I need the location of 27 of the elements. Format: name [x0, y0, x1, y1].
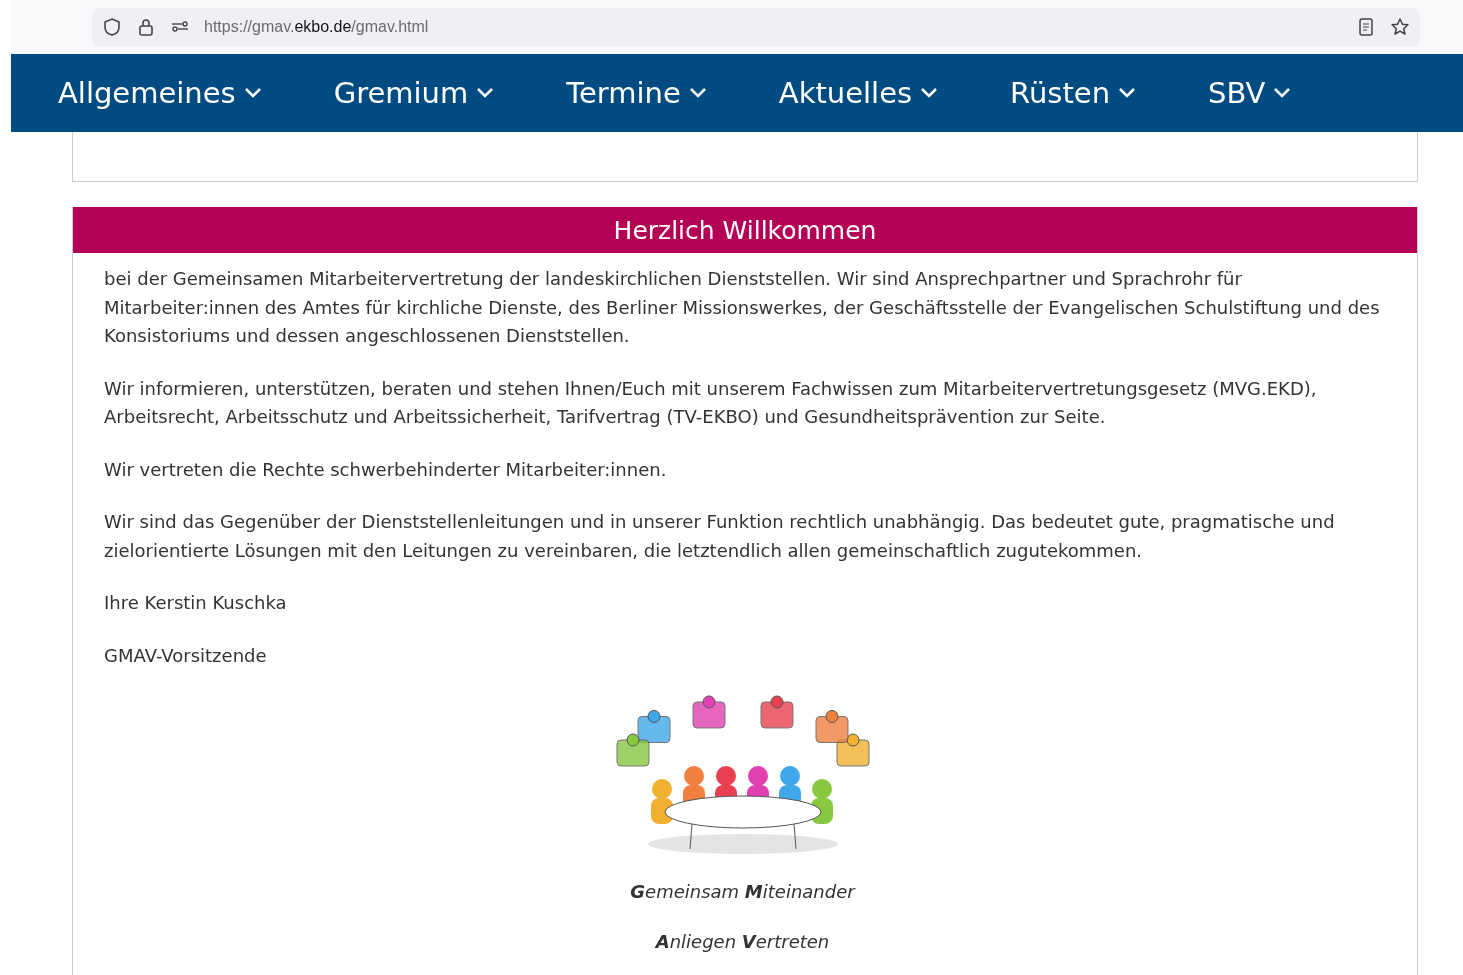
paragraph-text: GMAV-Vorsitzende	[104, 643, 268, 668]
paragraph-text: Wir sind das Gegenüber der Dienststellenleitungen und in unserer Funktion rechtlich unabhängig. Das bedeutet gute, pragmatische und zielorientierte Lösungen mit den Leitungen zu vereinbaren, die letztendlich allen gemeinschaftlich zugutekommen.	[104, 510, 1336, 563]
shield-icon[interactable]	[102, 17, 122, 37]
chevron-down-icon[interactable]	[920, 87, 939, 99]
welcome-heading: Herzlich Willkommen	[73, 207, 1417, 253]
chevron-down-icon[interactable]	[688, 87, 707, 99]
nav-menu-item[interactable]: Rüsten	[1010, 76, 1137, 110]
paragraph-text: bei der Gemeinsamen Mitarbeitervertretung der landeskirchlichen Dienststellen. Wir sind Ansprechpartner und Sprachrohr für Mitarbeiter:innen des Amtes für kirchliche Dienste, des Berliner Missionswerkes, der Geschäftsstelle der Evangelischen Schulstiftung und des Konsistoriums und dessen angeschlossenen Dienststellen.	[104, 267, 1381, 348]
chevron-down-icon[interactable]	[243, 87, 262, 99]
caption-text: Gemeinsam Miteinander	[629, 880, 857, 904]
address-bar[interactable]: https://gmav.ekbo.de/gmav.html	[92, 8, 1420, 46]
caption-text: Anliegen Vertreten	[654, 930, 831, 954]
chevron-down-icon[interactable]	[476, 87, 495, 99]
reader-view-icon[interactable]	[1356, 17, 1376, 37]
chevron-down-icon[interactable]	[1118, 87, 1137, 99]
paragraph-text: Wir informieren, unterstützen, beraten und stehen Ihnen/Euch mit unserem Fachwissen zum Mitarbeitervertretungsgesetz (MVG.EKD), Arbeitsrecht, Arbeitsschutz und Arbeitssicherheit, Tarifvertrag (TV-EKBO) und Gesundheitsprävention zur Seite.	[104, 376, 1318, 429]
nav-menu-item[interactable]: Aktuelles	[778, 76, 939, 110]
nav-menu-item[interactable]: Allgemeines	[58, 76, 262, 110]
paragraph-text: Ihre Kerstin Kuschka	[104, 591, 288, 615]
nav-menu-item[interactable]: Termine	[566, 76, 707, 110]
nav-menu-item[interactable]: Gremium	[333, 76, 495, 110]
paragraph-text: Wir vertreten die Rechte schwerbehinderter Mitarbeiter:innen.	[104, 457, 668, 482]
lock-icon[interactable]	[136, 17, 156, 37]
bookmark-star-icon[interactable]	[1390, 17, 1410, 37]
url-text[interactable]: https://gmav.ekbo.de/gmav.html	[204, 18, 429, 36]
chevron-down-icon[interactable]	[1273, 87, 1292, 99]
nav-menu-item[interactable]: SBV	[1208, 76, 1292, 110]
